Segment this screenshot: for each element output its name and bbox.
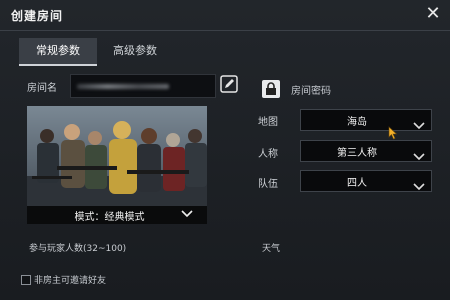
tab-advanced[interactable]: 高级参数 [99, 38, 171, 64]
map-label: 地图 [258, 117, 278, 128]
team-value: 四人 [347, 178, 367, 189]
team-select[interactable]: 四人 [300, 170, 432, 192]
chevron-down-icon [413, 176, 425, 191]
header-divider [0, 30, 450, 31]
lock-icon[interactable] [262, 80, 280, 98]
room-name-input[interactable] [70, 74, 216, 98]
perspective-value: 第三人称 [337, 148, 377, 159]
mouse-cursor-icon [388, 125, 398, 144]
dialog-title: 创建房间 [11, 9, 64, 23]
close-icon[interactable]: ✕ [424, 5, 442, 23]
mode-text: 模式：经典模式 [74, 212, 145, 223]
chevron-down-icon [181, 208, 193, 221]
player-count-label: 参与玩家人数(32~100) [29, 244, 127, 254]
invite-checkbox-label: 非房主可邀请好友 [34, 276, 107, 286]
create-room-dialog: 创建房间 ✕ 常规参数 高级参数 房间名 模式：经典模式 参与玩家人数(32~1… [0, 0, 450, 300]
mode-selector[interactable]: 模式：经典模式 [27, 206, 207, 224]
weather-label: 天气 [262, 244, 281, 254]
room-name-value-redacted [77, 84, 169, 89]
tab-general[interactable]: 常规参数 [19, 38, 97, 66]
chevron-down-icon [413, 146, 425, 161]
perspective-select[interactable]: 第三人称 [300, 140, 432, 162]
edit-icon[interactable] [220, 75, 238, 93]
room-password-label: 房间密码 [291, 86, 331, 97]
team-label: 队伍 [258, 179, 278, 190]
room-name-label: 房间名 [27, 83, 57, 94]
perspective-label: 人称 [258, 149, 278, 160]
invite-checkbox[interactable] [21, 275, 31, 285]
map-select[interactable]: 海岛 [300, 109, 432, 131]
chevron-down-icon [413, 115, 425, 130]
game-mode-banner[interactable]: 模式：经典模式 [27, 106, 207, 224]
